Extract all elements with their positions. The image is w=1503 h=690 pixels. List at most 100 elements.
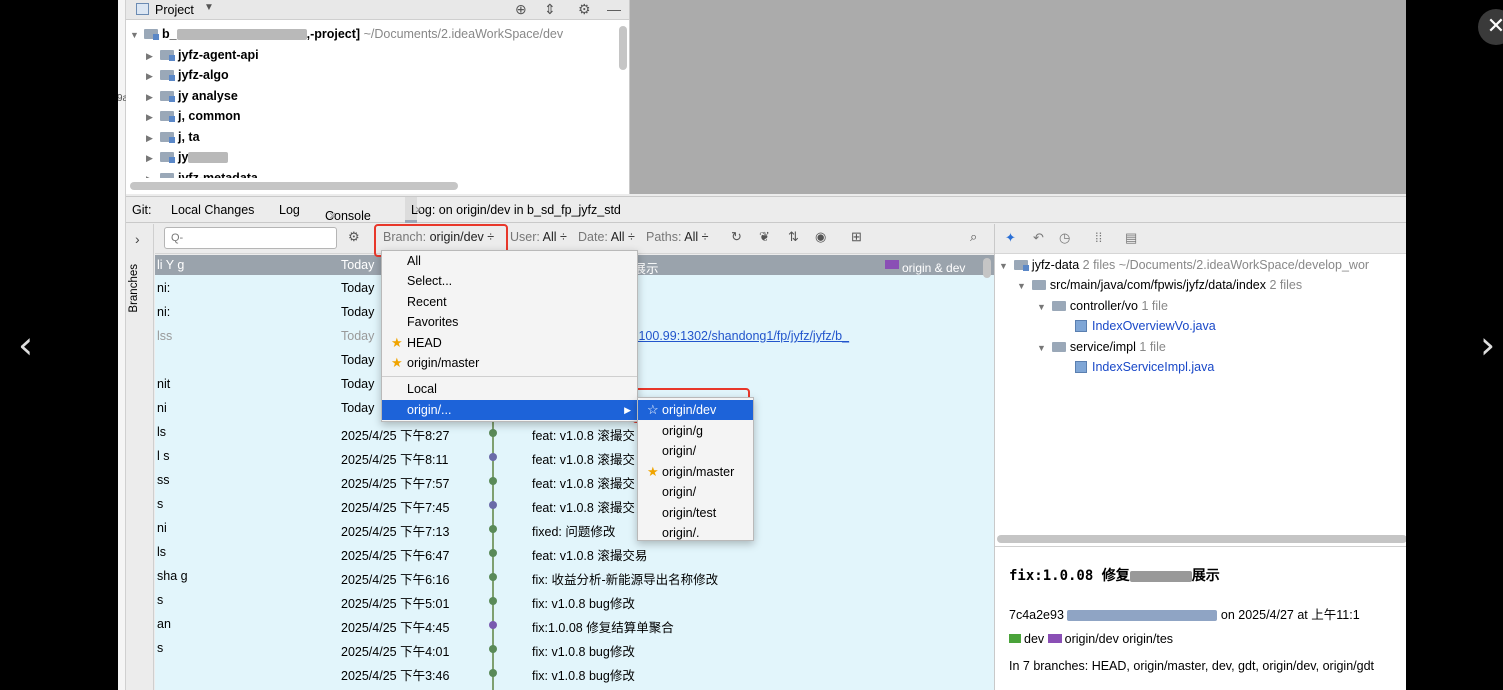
submenu-item[interactable]: ☆ origin/dev bbox=[638, 400, 753, 420]
table-row[interactable]: ls 2025/4/25 下午8:27 feat: v1.0.8 滚撮交 bbox=[155, 421, 994, 445]
locate-icon[interactable]: ⊕ bbox=[515, 1, 527, 18]
submenu-item[interactable]: ★ origin/master bbox=[638, 462, 753, 482]
minimize-icon[interactable]: — bbox=[607, 1, 621, 17]
cell-author: ls bbox=[157, 425, 167, 439]
chevron-down-icon[interactable]: ▼ bbox=[1037, 343, 1046, 353]
project-title[interactable]: Project bbox=[155, 3, 194, 17]
tree-item[interactable]: ▶ jyfz-agent-api bbox=[146, 45, 259, 65]
branch-menu-item[interactable]: Favorites bbox=[382, 312, 637, 332]
chevron-down-icon[interactable]: ▼ bbox=[204, 2, 214, 13]
table-row[interactable]: ls 2025/4/25 下午6:47 feat: v1.0.8 滚撮交易 bbox=[155, 541, 994, 565]
previous-image-button[interactable]: ‹ bbox=[18, 322, 33, 368]
tree-item[interactable]: ▶ j, ta bbox=[146, 127, 200, 147]
changes-package[interactable]: ▼ src/main/java/com/fpwis/jyfz/data/index… bbox=[1017, 275, 1302, 295]
tree-item[interactable]: ▶ j, common bbox=[146, 106, 241, 126]
branch-menu-item[interactable]: Select... bbox=[382, 271, 637, 291]
cherry-pick-icon[interactable]: ❦ bbox=[759, 229, 770, 245]
collapse-icon[interactable]: ⇕ bbox=[544, 1, 556, 18]
expand-branches-icon[interactable]: › bbox=[135, 231, 140, 247]
branch-menu-item[interactable]: ★ HEAD bbox=[382, 333, 637, 353]
log-scrollbar[interactable] bbox=[983, 258, 991, 278]
chevron-right-icon[interactable]: ▶ bbox=[146, 87, 160, 107]
tag-icon bbox=[1009, 634, 1021, 643]
chevron-right-icon[interactable]: ▶ bbox=[146, 107, 160, 127]
branch-menu-item[interactable]: All bbox=[382, 251, 637, 271]
close-icon[interactable]: × bbox=[329, 209, 336, 223]
chevron-right-icon[interactable]: ▶ bbox=[146, 169, 160, 178]
chevron-right-icon[interactable]: ▶ bbox=[146, 46, 160, 66]
changed-file-name: IndexOverviewVo.java bbox=[1092, 319, 1216, 333]
tree-item[interactable]: ▶ jy analyse bbox=[146, 86, 238, 106]
tab-log-origin-dev[interactable]: Log: on origin/dev in b_sd_fp_jyfz_std × bbox=[405, 197, 621, 223]
gear-icon[interactable]: ⚙ bbox=[348, 229, 360, 245]
folder-icon bbox=[1051, 301, 1066, 311]
new-tab-icon[interactable]: ⊞ bbox=[851, 229, 862, 245]
date-filter-value: All ÷ bbox=[610, 230, 635, 244]
chevron-right-icon[interactable]: ▶ bbox=[146, 66, 160, 86]
submenu-item[interactable]: origin/ bbox=[638, 441, 753, 461]
table-row[interactable]: 2025/4/25 下午3:46 fix: v1.0.8 bug修改 bbox=[155, 661, 994, 685]
changes-dir[interactable]: ▼ service/impl 1 file bbox=[1037, 337, 1166, 357]
star-icon: ☆ bbox=[647, 402, 659, 417]
cell-author: s bbox=[157, 497, 164, 511]
next-image-button[interactable]: › bbox=[1480, 322, 1495, 368]
submenu-item[interactable]: origin/g bbox=[638, 421, 753, 441]
module-folder-icon bbox=[160, 173, 174, 178]
close-viewer-button[interactable]: ✕ bbox=[1478, 9, 1503, 45]
table-row[interactable]: sha g 2025/4/25 下午6:16 fix: 收益分析-新能源导出名称修改 bbox=[155, 565, 994, 589]
tree-root[interactable]: ▼ b_ ,-project] ~/Documents/2.ideaWorkSpac… bbox=[130, 24, 563, 44]
changes-root[interactable]: ▼ jyfz-data 2 files ~/Documents/2.ideaWor… bbox=[999, 255, 1369, 275]
paths-filter[interactable]: Paths: All ÷ bbox=[646, 230, 708, 244]
horizontal-scrollbar[interactable] bbox=[130, 182, 458, 190]
table-row[interactable]: ss 2025/4/25 下午7:57 feat: v1.0.8 滚撮交 bbox=[155, 469, 994, 493]
chevron-down-icon[interactable]: ▼ bbox=[1037, 302, 1046, 312]
search-icon[interactable]: ⌕ bbox=[970, 229, 977, 245]
tree-item[interactable]: ▶ jyfz-metadata bbox=[146, 168, 258, 178]
chevron-right-icon[interactable]: ▶ bbox=[146, 128, 160, 148]
commit-hash[interactable]: 7c4a2e93 bbox=[1009, 608, 1064, 622]
gear-icon[interactable]: ⚙ bbox=[578, 1, 591, 18]
layout-icon[interactable]: ▤ bbox=[1125, 230, 1137, 246]
vertical-scrollbar[interactable] bbox=[619, 26, 627, 70]
sort-icon[interactable]: ⇅ bbox=[788, 229, 799, 245]
redacted-text bbox=[1129, 570, 1192, 582]
commit-node bbox=[489, 549, 497, 557]
clock-icon[interactable]: ◷ bbox=[1059, 230, 1070, 246]
log-search-input[interactable]: Q- bbox=[164, 227, 337, 249]
branch-menu-item[interactable]: Local bbox=[382, 379, 637, 399]
branches-label[interactable]: Branches bbox=[128, 264, 140, 313]
table-row[interactable]: s 2025/4/25 下午5:01 fix: v1.0.8 bug修改 bbox=[155, 589, 994, 613]
submenu-item[interactable]: origin/test bbox=[638, 503, 753, 523]
submenu-item[interactable]: origin/ bbox=[638, 482, 753, 502]
group-by-icon[interactable]: ⁞⁞ bbox=[1095, 230, 1102, 245]
table-row[interactable]: ni 2025/4/25 下午7:13 fixed: 问题修改 bbox=[155, 517, 994, 541]
refresh-icon[interactable]: ↻ bbox=[731, 229, 742, 245]
undo-icon[interactable]: ↶ bbox=[1033, 230, 1044, 246]
tree-item[interactable]: ▶ jy bbox=[146, 147, 229, 168]
user-filter[interactable]: User: All ÷ bbox=[510, 230, 567, 244]
branch-menu-item[interactable]: ★ origin/master bbox=[382, 353, 637, 373]
changes-dir[interactable]: ▼ controller/vo 1 file bbox=[1037, 296, 1168, 316]
chevron-down-icon[interactable]: ▼ bbox=[1017, 281, 1026, 291]
pin-icon[interactable]: ✦ bbox=[1005, 230, 1016, 246]
table-row[interactable]: an 2025/4/25 下午4:45 fix:1.0.08 修复结算单聚合 bbox=[155, 613, 994, 637]
table-row[interactable]: l s 2025/4/25 下午8:11 feat: v1.0.8 滚撮交 bbox=[155, 445, 994, 469]
chevron-right-icon[interactable]: ▶ bbox=[146, 148, 160, 168]
branch-menu-item[interactable]: Recent bbox=[382, 292, 637, 312]
close-icon[interactable]: × bbox=[415, 203, 422, 217]
tab-log[interactable]: Log bbox=[279, 203, 300, 217]
chevron-down-icon[interactable]: ▼ bbox=[130, 25, 144, 45]
tree-item[interactable]: ▶ jyfz-algo bbox=[146, 65, 229, 85]
changed-file[interactable]: IndexOverviewVo.java bbox=[1075, 316, 1216, 336]
table-row[interactable]: s 2025/4/25 下午4:01 fix: v1.0.8 bug修改 bbox=[155, 637, 994, 661]
submenu-item[interactable]: origin/. bbox=[638, 523, 753, 543]
table-row[interactable]: s 2025/4/25 下午7:45 feat: v1.0.8 滚撮交 bbox=[155, 493, 994, 517]
changed-file[interactable]: IndexServiceImpl.java bbox=[1075, 357, 1214, 377]
chevron-down-icon[interactable]: ▼ bbox=[999, 261, 1008, 271]
eye-icon[interactable]: ◉ bbox=[815, 229, 826, 245]
tab-local-changes[interactable]: Local Changes bbox=[171, 203, 254, 217]
branch-menu-item[interactable]: origin/... ▶ bbox=[382, 400, 637, 420]
cell-date: 2025/4/25 下午6:16 bbox=[341, 573, 450, 587]
horizontal-scrollbar[interactable] bbox=[997, 535, 1406, 543]
date-filter[interactable]: Date: All ÷ bbox=[578, 230, 635, 244]
